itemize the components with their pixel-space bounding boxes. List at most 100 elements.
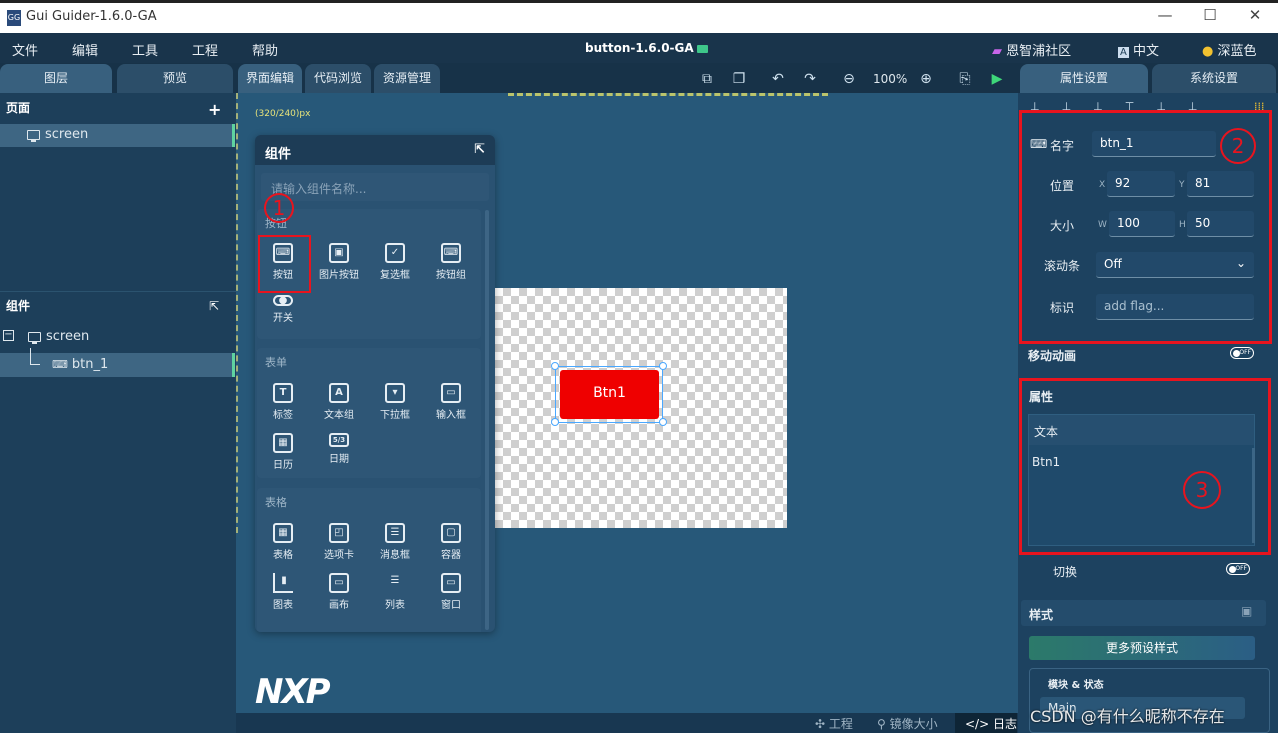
component-table[interactable]: ▦ 表格 <box>255 523 311 561</box>
close-button[interactable]: ✕ <box>1245 6 1265 24</box>
calendar-icon: ▦ <box>273 433 293 453</box>
component-tabview[interactable]: ◰ 选项卡 <box>311 523 367 561</box>
component-canvas[interactable]: ▭ 画布 <box>311 573 367 611</box>
tab-code-browser[interactable]: 代码浏览 <box>305 64 371 93</box>
copy-icon[interactable]: ⧉ <box>697 69 717 89</box>
component-calendar[interactable]: ▦ 日历 <box>255 433 311 471</box>
redo-icon[interactable]: ↷ <box>800 69 820 89</box>
component-label-text: 画布 <box>329 600 349 611</box>
community-link[interactable]: ▰ 恩智浦社区 <box>992 40 1071 59</box>
language-label: 中文 <box>1132 44 1159 59</box>
component-chart[interactable]: ▮ 图表 <box>255 573 311 611</box>
paste-icon[interactable]: ❐ <box>729 69 749 89</box>
switch-icon: ● <box>273 295 293 306</box>
language-button[interactable]: A 中文 <box>1118 40 1159 59</box>
annotation-3: 3 <box>1183 471 1221 509</box>
menu-edit[interactable]: 编辑 <box>72 40 98 59</box>
component-label: 按钮组 <box>436 270 466 281</box>
style-header-bar <box>1021 600 1266 626</box>
component-checkbox[interactable]: ✓ 复选框 <box>367 243 423 281</box>
height-input[interactable]: 50 <box>1187 211 1254 237</box>
component-dropdown[interactable]: ▾ 下拉框 <box>367 383 423 421</box>
tab-system-settings[interactable]: 系统设置 <box>1152 64 1276 93</box>
component-label-text: 下拉框 <box>380 410 410 421</box>
collapse-toggle[interactable]: − <box>3 330 14 341</box>
y-input[interactable]: 81 <box>1187 171 1254 197</box>
menu-help[interactable]: 帮助 <box>252 40 278 59</box>
resize-handle-se[interactable] <box>659 418 667 426</box>
component-label-text: 列表 <box>385 600 405 611</box>
menu-tools[interactable]: 工具 <box>132 40 158 59</box>
component-search-input[interactable]: 请输入组件名称... <box>261 173 489 201</box>
component-msgbox[interactable]: ☰ 消息框 <box>367 523 423 561</box>
resize-handle-sw[interactable] <box>551 418 559 426</box>
component-image-button[interactable]: ▣ 图片按钮 <box>311 243 367 281</box>
folder-icon <box>696 44 708 53</box>
language-icon: A <box>1118 47 1129 58</box>
popout-icon[interactable]: ⇱ <box>474 142 485 157</box>
export-icon[interactable]: ⎘ <box>955 69 975 89</box>
tab-resource-manager[interactable]: 资源管理 <box>374 64 440 93</box>
community-label: 恩智浦社区 <box>1006 44 1072 59</box>
menu-file[interactable]: 文件 <box>12 40 38 59</box>
app-logo: GG <box>7 10 21 26</box>
title-bar: GG Gui Guider-1.6.0-GA — ☐ ✕ <box>0 0 1278 33</box>
component-label-text: 消息框 <box>380 550 410 561</box>
resize-handle-nw[interactable] <box>551 362 559 370</box>
status-log[interactable]: </> 日志 <box>955 713 1017 733</box>
tab-preview[interactable]: 预览 <box>117 64 233 93</box>
text-header-bar <box>1029 415 1254 445</box>
toggle-switch[interactable]: OFF <box>1226 563 1250 575</box>
component-list[interactable]: ☰ 列表 <box>367 573 423 611</box>
flag-input[interactable]: add flag... <box>1096 294 1254 320</box>
widgets-header: 组件 <box>6 299 31 313</box>
resize-handle-ne[interactable] <box>659 362 667 370</box>
maximize-button[interactable]: ☐ <box>1200 6 1220 24</box>
window-title: Gui Guider-1.6.0-GA <box>26 9 157 24</box>
component-label: 图片按钮 <box>319 270 359 281</box>
tab-layers[interactable]: 图层 <box>0 64 112 93</box>
component-container[interactable]: ▢ 容器 <box>423 523 479 561</box>
component-label[interactable]: T 标签 <box>255 383 311 421</box>
components-scrollbar[interactable] <box>485 210 489 630</box>
component-text-group[interactable]: A 文本组 <box>311 383 367 421</box>
more-preset-styles-button[interactable]: 更多预设样式 <box>1029 636 1255 660</box>
move-animation-toggle[interactable]: OFF <box>1230 347 1254 359</box>
tree-item-screen[interactable]: screen <box>28 329 89 344</box>
tab-ui-editor[interactable]: 界面编辑 <box>238 64 302 93</box>
tab-property-settings[interactable]: 属性设置 <box>1020 64 1148 93</box>
theme-button[interactable]: ● 深蓝色 <box>1202 40 1257 59</box>
x-input[interactable]: 92 <box>1107 171 1175 197</box>
save-style-icon[interactable]: ▣ <box>1241 604 1252 618</box>
component-input[interactable]: ▭ 输入框 <box>423 383 479 421</box>
minimize-button[interactable]: — <box>1155 6 1175 24</box>
text-value[interactable]: Btn1 <box>1032 455 1060 469</box>
scrollbar-select[interactable]: Off ⌄ <box>1096 252 1254 278</box>
zoom-in-icon[interactable]: ⊕ <box>916 69 936 89</box>
vertical-ruler <box>236 93 242 533</box>
horizontal-ruler <box>508 93 828 97</box>
status-mirror-size[interactable]: ⚲ 镜像大小 <box>877 715 938 732</box>
component-date[interactable]: 5/3 日期 <box>311 433 367 465</box>
width-input[interactable]: 100 <box>1109 211 1175 237</box>
component-button-group[interactable]: ⌨ 按钮组 <box>423 243 479 281</box>
dropdown-icon: ▾ <box>385 383 405 403</box>
tree-connector <box>30 348 40 365</box>
checkbox-icon: ✓ <box>385 243 405 263</box>
popout-icon[interactable]: ⇱ <box>209 299 219 313</box>
page-item-screen[interactable]: screen <box>0 124 233 147</box>
run-icon[interactable]: ▶ <box>987 69 1007 89</box>
undo-icon[interactable]: ↶ <box>768 69 788 89</box>
menu-project[interactable]: 工程 <box>192 40 218 59</box>
text-scrollbar[interactable] <box>1252 448 1255 543</box>
canvas-button-btn1[interactable]: Btn1 <box>560 370 659 419</box>
name-input[interactable]: btn_1 <box>1092 131 1216 157</box>
canvas-icon: ▭ <box>329 573 349 593</box>
status-project[interactable]: ✣ 工程 <box>815 715 853 732</box>
text-group-icon: A <box>329 383 349 403</box>
zoom-level: 100% <box>873 72 908 86</box>
component-switch[interactable]: ● 开关 <box>255 295 311 324</box>
zoom-out-icon[interactable]: ⊖ <box>839 69 859 89</box>
group-label: 表格 <box>265 496 287 509</box>
component-window[interactable]: ▭ 窗口 <box>423 573 479 611</box>
